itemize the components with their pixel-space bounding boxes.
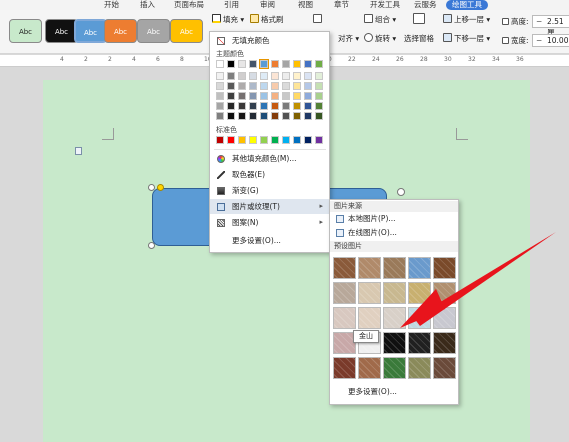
annotation-arrow [400, 232, 556, 328]
app-window: 开始 插入 页面布局 引用 审阅 视图 章节 开发工具 云服务 绘图工具 Abc… [0, 0, 569, 442]
